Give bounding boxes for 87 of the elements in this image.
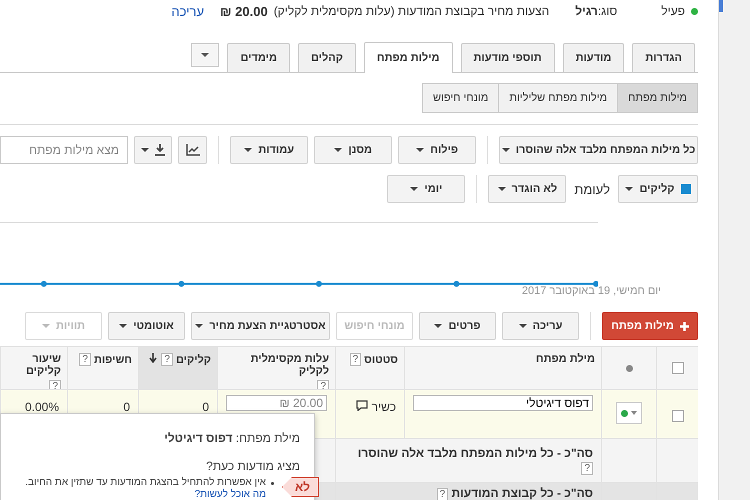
clicks-value: 0	[202, 400, 209, 414]
column-title: מילת מפתח	[536, 353, 595, 365]
dropdown-button[interactable]: עמודות	[230, 136, 308, 164]
popup-message: אין אפשרות להתחיל בהצגת המודעות עד שתזין את החיוב. מה אוכל לעשות?	[24, 477, 266, 500]
caret-icon	[334, 148, 342, 152]
bid-value: 20.00 ₪	[220, 4, 268, 18]
type-text: סוג:רגיל	[575, 4, 618, 18]
checkbox[interactable]	[672, 362, 684, 374]
tab[interactable]: מימדים	[227, 43, 290, 72]
caret-icon	[518, 324, 527, 328]
column-title: חשיפות	[94, 354, 132, 366]
caret-icon	[195, 324, 204, 328]
help-icon[interactable]: ?	[350, 353, 362, 366]
help-icon[interactable]: ?	[79, 353, 91, 366]
metric-dropdown[interactable]: קליקים	[618, 175, 698, 203]
help-icon[interactable]: ?	[436, 488, 448, 500]
tab[interactable]: מילות מפתח	[364, 42, 453, 73]
scroll-handle[interactable]	[719, 0, 723, 12]
versus-label: לעומת	[574, 182, 610, 196]
download-icon	[154, 144, 166, 156]
caret-icon	[119, 324, 128, 328]
bid-label: הצעות מחיר בקבוצת המודעות (עלות מקסימלית לקליק)	[274, 4, 550, 18]
checkbox[interactable]	[672, 410, 684, 422]
caret-icon	[410, 187, 418, 191]
column-title: שיעור קליקים	[24, 353, 61, 377]
help-icon[interactable]: ?	[581, 462, 593, 475]
chart-date: יום חמישי, 19 באוקטובר 2017	[520, 285, 662, 299]
status-text: כשיר	[372, 400, 396, 414]
dropdown-button[interactable]: פרטים	[419, 312, 496, 340]
popup-question: מציג מודעות כעת?	[205, 459, 300, 473]
caret-icon	[502, 148, 510, 152]
column-header[interactable]: מילת מפתח	[404, 347, 601, 389]
help-icon[interactable]: ?	[49, 380, 61, 389]
interval-dropdown[interactable]: יומי	[387, 175, 466, 203]
dropdown-button[interactable]: מסנן	[314, 136, 392, 164]
metric-dropdown[interactable]: לא הוגדר	[488, 175, 566, 203]
column-title: קליקים	[176, 354, 211, 366]
status-text: פעיל	[661, 4, 685, 18]
arrow-down-icon	[149, 353, 158, 363]
status-tag: לא	[282, 477, 319, 497]
ctr-value: 0.00%	[24, 400, 59, 414]
column-title: עלות מקסימלית לקליק	[250, 353, 329, 377]
dropdown-button[interactable]: כל מילות המפתח מלבד אלה שהוסרו	[499, 136, 698, 164]
help-link[interactable]: מה אוכל לעשות?	[194, 489, 266, 500]
totals-label: סה"כ - כל קבוצת המודעות	[452, 486, 593, 500]
add-keyword-button[interactable]: מילות מפתח	[602, 312, 698, 340]
caret-icon	[625, 187, 634, 191]
tab[interactable]: מודעות	[562, 43, 624, 72]
caret-icon	[244, 148, 252, 152]
subtab[interactable]: מילות מפתח שליליות	[498, 83, 618, 113]
caret-icon	[42, 324, 50, 328]
keyword-input[interactable]: דפוס דיגיטלי	[413, 395, 593, 411]
tab[interactable]: תוספי מודעות	[460, 43, 555, 72]
column-title: סטטוס	[364, 354, 398, 366]
dropdown-button[interactable]: פילוח	[398, 136, 476, 164]
speech-bubble-icon[interactable]	[356, 400, 368, 411]
help-icon[interactable]: ?	[161, 353, 173, 366]
caret-icon	[140, 148, 149, 152]
dropdown-button[interactable]: אוטומטי	[108, 312, 185, 340]
caret-icon	[434, 324, 442, 328]
edit-link[interactable]: עריכה	[171, 4, 204, 18]
column-header[interactable]: סטטוס ?	[335, 347, 404, 389]
column-header[interactable]: חשיפות ?	[67, 347, 138, 389]
column-header[interactable]: קליקים ?	[138, 347, 217, 389]
search-field[interactable]: מצא מילות מפתח	[0, 136, 128, 164]
subtab[interactable]: מילות מפתח	[617, 83, 698, 113]
caret-icon	[416, 148, 424, 152]
help-icon[interactable]: ?	[317, 380, 329, 389]
status-dropdown[interactable]	[616, 402, 642, 424]
max-cpc-input[interactable]: 20.00 ₪	[226, 395, 327, 411]
more-tabs-button[interactable]	[191, 43, 220, 67]
dropdown-button[interactable]: אסטרטגיית הצעת מחיר	[191, 312, 330, 340]
impressions-value: 0	[123, 400, 130, 414]
totals-label: סה"כ - כל מילות המפתח מלבד אלה שהוסרו	[358, 446, 593, 460]
dot-icon	[626, 364, 632, 372]
caret-icon	[498, 187, 506, 191]
line-chart-icon	[186, 144, 200, 156]
tab[interactable]: קהלים	[298, 43, 356, 72]
bullet-icon	[270, 482, 274, 485]
download-button[interactable]	[134, 136, 172, 164]
tab[interactable]: הגדרות	[632, 43, 695, 72]
subtab[interactable]: מונחי חיפוש	[422, 83, 500, 113]
dropdown-button[interactable]: עריכה	[502, 312, 579, 340]
popup-title: מילת מפתח: דפוס דיגיטלי	[163, 431, 300, 445]
caret-icon	[201, 53, 210, 57]
chart-button[interactable]	[178, 136, 208, 164]
plus-icon	[680, 322, 689, 330]
